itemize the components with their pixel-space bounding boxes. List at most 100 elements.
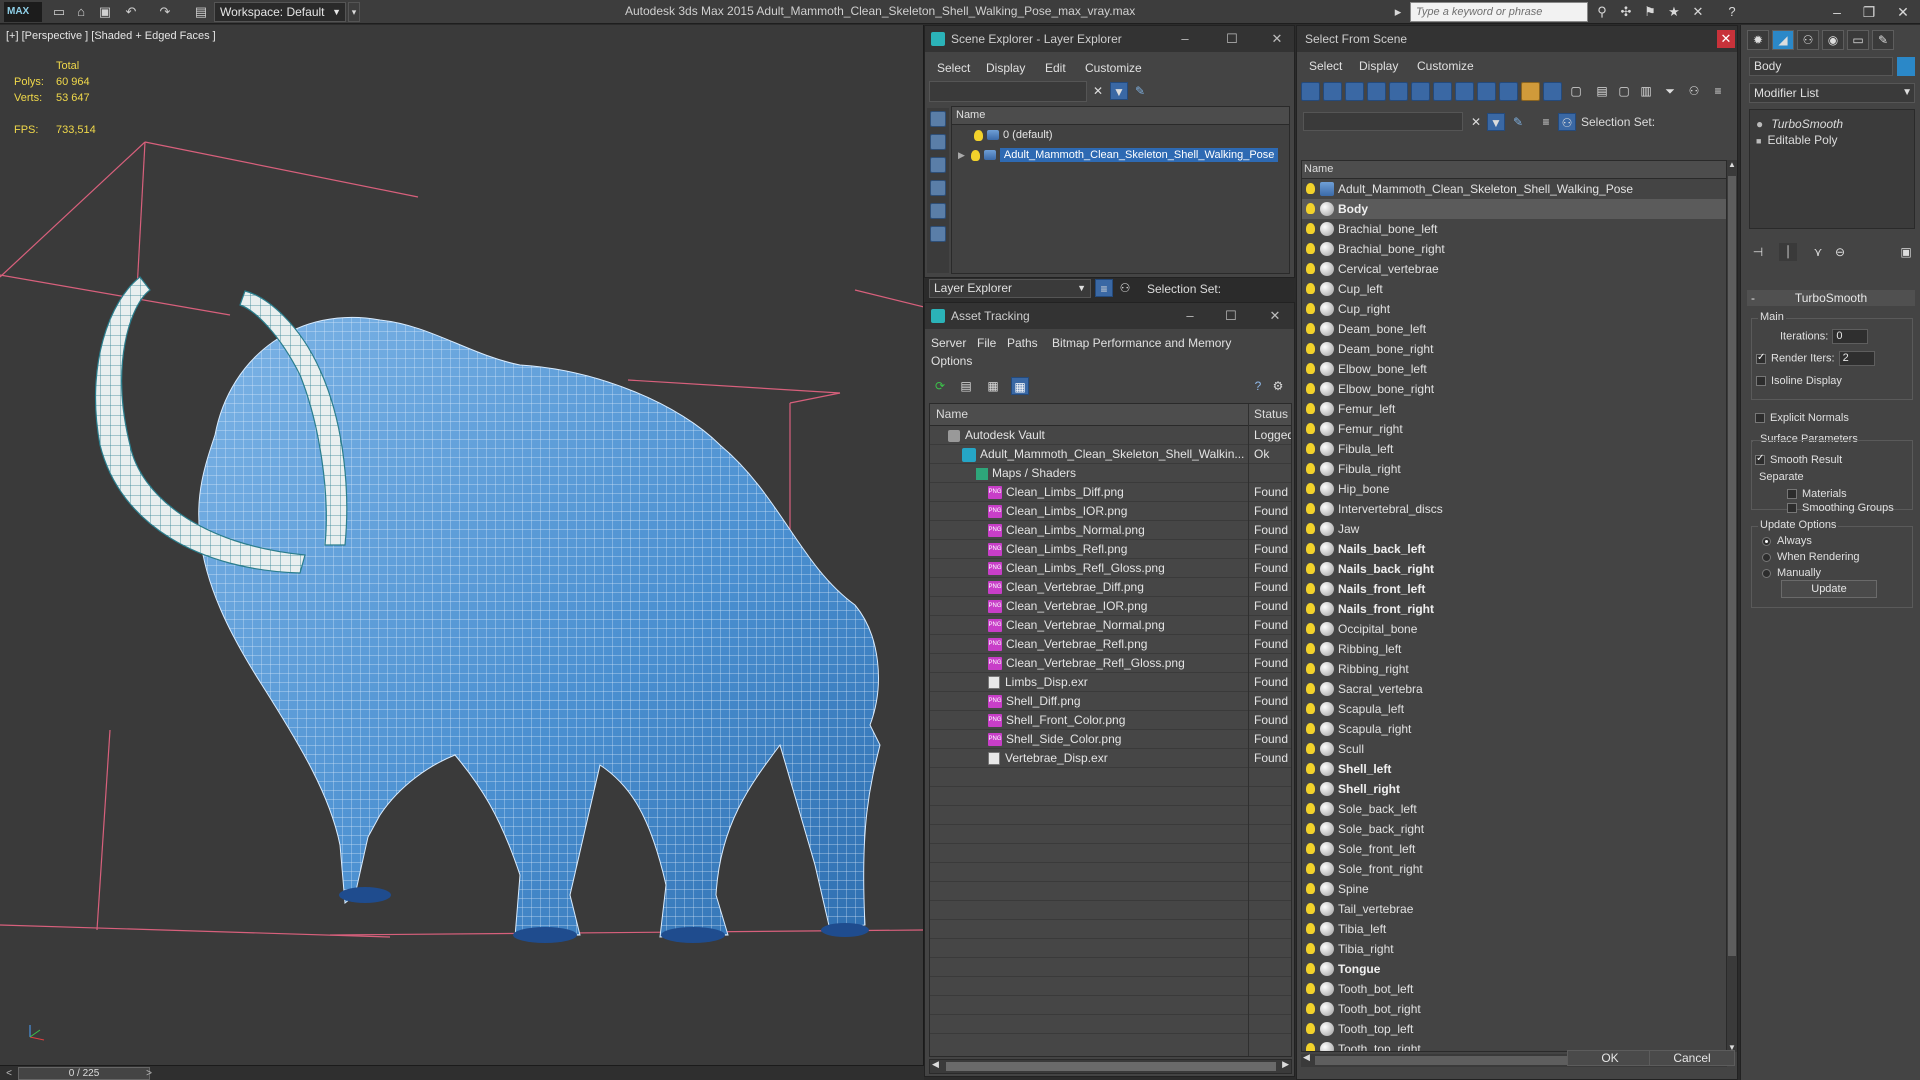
scrollbar-thumb[interactable] [1728, 176, 1736, 956]
render-iters-spinner[interactable]: 2 [1838, 351, 1875, 366]
lightbulb-icon[interactable] [1306, 623, 1315, 634]
object-color-swatch[interactable] [1897, 57, 1915, 76]
lightbulb-icon[interactable] [1306, 383, 1315, 394]
filter-shapes-icon[interactable] [1323, 82, 1342, 101]
menu-display[interactable]: Display [986, 61, 1025, 75]
menu-server[interactable]: Server [931, 336, 966, 350]
modifier-list-dropdown[interactable]: Modifier List ▼ [1749, 83, 1915, 103]
scroll-left-icon[interactable]: ◀ [932, 1059, 939, 1070]
workspace-selector[interactable]: Workspace: Default ▼ [214, 2, 346, 22]
scene-explorer-filter-input[interactable] [929, 81, 1087, 102]
scroll-up-icon[interactable]: ▲ [1728, 160, 1736, 169]
lightbulb-icon[interactable] [1306, 903, 1315, 914]
thumbnail-view-icon[interactable]: ▦ [984, 377, 1002, 395]
scene-object-row[interactable]: Jaw [1302, 519, 1726, 539]
asset-row[interactable]: PNG Shell_Front_Color.png Found [930, 711, 1291, 730]
lightbulb-icon[interactable] [1306, 343, 1315, 354]
lightbulb-icon[interactable] [1306, 1003, 1315, 1014]
table-view-icon[interactable]: ▦ [1011, 377, 1029, 395]
lightbulb-icon[interactable] [1306, 283, 1315, 294]
filter-containers-icon[interactable] [1499, 82, 1518, 101]
lightbulb-icon[interactable] [1306, 543, 1315, 554]
scene-object-row[interactable]: Brachial_bone_right [1302, 239, 1726, 259]
save-icon[interactable]: ▣ [96, 3, 114, 21]
sort-by-hierarchy-icon[interactable]: ⚇ [1116, 279, 1134, 297]
filter-spacewarps-icon[interactable] [1411, 82, 1430, 101]
stack-item-turbosmooth[interactable]: ● TurboSmooth [1750, 116, 1914, 132]
minimize-icon[interactable]: – [1175, 29, 1195, 49]
lightbulb-icon[interactable] [1306, 803, 1315, 814]
scene-object-row[interactable]: Tooth_bot_right [1302, 999, 1726, 1019]
lightbulb-icon[interactable] [1306, 603, 1315, 614]
scene-object-row[interactable]: Sacral_vertebra [1302, 679, 1726, 699]
menu-customize[interactable]: Customize [1085, 61, 1142, 75]
scene-object-row[interactable]: Elbow_bone_right [1302, 379, 1726, 399]
lightbulb-icon[interactable] [1306, 1023, 1315, 1034]
viewport-label[interactable]: [+] [Perspective ] [Shaded + Edged Faces… [6, 30, 216, 42]
hierarchy-tab-icon[interactable]: ⚇ [1797, 30, 1819, 50]
scene-object-row[interactable]: Shell_left [1302, 759, 1726, 779]
filter-frozen-icon[interactable] [1521, 82, 1540, 101]
sort-by-layer-icon[interactable]: ≡ [1095, 279, 1113, 297]
scene-object-row[interactable]: Deam_bone_left [1302, 319, 1726, 339]
scene-object-row[interactable]: Fibula_left [1302, 439, 1726, 459]
expand-arrow-icon[interactable]: ▶ [958, 150, 965, 160]
lightbulb-icon[interactable] [974, 129, 983, 141]
lightbulb-icon[interactable]: ● [1756, 117, 1763, 131]
always-radio[interactable] [1762, 536, 1771, 546]
asset-row[interactable]: PNG Clean_Vertebrae_Refl_Gloss.png Found [930, 654, 1291, 673]
scene-object-row[interactable]: Spine [1302, 879, 1726, 899]
perspective-viewport[interactable]: [+] [Perspective ] [Shaded + Edged Faces… [0, 25, 924, 1065]
ok-button[interactable]: OK [1567, 1050, 1653, 1066]
modify-tab-icon[interactable]: ◢ [1772, 30, 1794, 50]
lightbulb-icon[interactable] [1306, 483, 1315, 494]
filter-helpers-icon[interactable] [1389, 82, 1408, 101]
menu-select[interactable]: Select [937, 61, 970, 75]
scene-object-row[interactable]: Scapula_left [1302, 699, 1726, 719]
lightbulb-icon[interactable] [1306, 743, 1315, 754]
undo-icon[interactable]: ↶ [122, 3, 140, 21]
select-all-icon[interactable]: ▤ [1593, 82, 1611, 100]
asset-row[interactable]: PNG Clean_Limbs_Refl.png Found [930, 540, 1291, 559]
explicit-normals-checkbox[interactable] [1755, 413, 1765, 424]
scrollbar-thumb[interactable] [946, 1062, 1276, 1071]
asset-row[interactable]: PNG Clean_Vertebrae_Normal.png Found [930, 616, 1291, 635]
project-folder-icon[interactable]: ▤ [192, 3, 210, 21]
scene-object-row[interactable]: Femur_right [1302, 419, 1726, 439]
lightbulb-icon[interactable] [1306, 663, 1315, 674]
display-geometry-icon[interactable] [930, 134, 946, 150]
lightbulb-icon[interactable] [1306, 183, 1315, 194]
isoline-checkbox[interactable] [1756, 376, 1766, 387]
pin-stack-icon[interactable]: ⊣ [1749, 243, 1767, 261]
lightbulb-icon[interactable] [1306, 983, 1315, 994]
scene-object-row[interactable]: Brachial_bone_left [1302, 219, 1726, 239]
select-invert-icon[interactable]: ▥ [1637, 82, 1655, 100]
scene-object-row[interactable]: Sole_front_left [1302, 839, 1726, 859]
filter-bones-icon[interactable] [1477, 82, 1496, 101]
scene-object-row[interactable]: Deam_bone_right [1302, 339, 1726, 359]
search-filter-icon[interactable]: ▼ [1487, 113, 1505, 131]
scene-object-row[interactable]: Cervical_vertebrae [1302, 259, 1726, 279]
scene-object-row[interactable]: Intervertebral_discs [1302, 499, 1726, 519]
maximize-icon[interactable]: ☐ [1222, 29, 1242, 49]
filter-icon[interactable]: ▼ [1110, 82, 1128, 100]
scene-object-row[interactable]: Elbow_bone_left [1302, 359, 1726, 379]
scene-object-row[interactable]: Sole_back_right [1302, 819, 1726, 839]
when-rendering-radio[interactable] [1762, 552, 1771, 562]
new-file-icon[interactable]: ▭ [50, 3, 68, 21]
asset-row[interactable]: PNG Clean_Limbs_IOR.png Found [930, 502, 1291, 521]
lightbulb-icon[interactable] [1306, 463, 1315, 474]
column-status-header[interactable]: Status [1254, 404, 1288, 425]
redo-icon[interactable]: ↷ [156, 3, 174, 21]
smoothing-groups-checkbox[interactable] [1787, 503, 1797, 514]
menu-paths[interactable]: Paths [1007, 336, 1038, 350]
update-button[interactable]: Update [1781, 580, 1877, 598]
explorer-type-dropdown[interactable]: Layer Explorer ▼ [929, 279, 1091, 298]
scene-object-row[interactable]: Adult_Mammoth_Clean_Skeleton_Shell_Walki… [1302, 179, 1726, 199]
materials-checkbox[interactable] [1787, 489, 1797, 500]
app-logo[interactable]: MAX [4, 2, 42, 22]
scene-object-row[interactable]: Nails_front_right [1302, 599, 1726, 619]
scene-object-row[interactable]: Femur_left [1302, 399, 1726, 419]
workspace-extra-dropdown[interactable]: ▾ [348, 2, 360, 22]
filter-funnel-icon[interactable]: ⏷ [1661, 82, 1679, 100]
